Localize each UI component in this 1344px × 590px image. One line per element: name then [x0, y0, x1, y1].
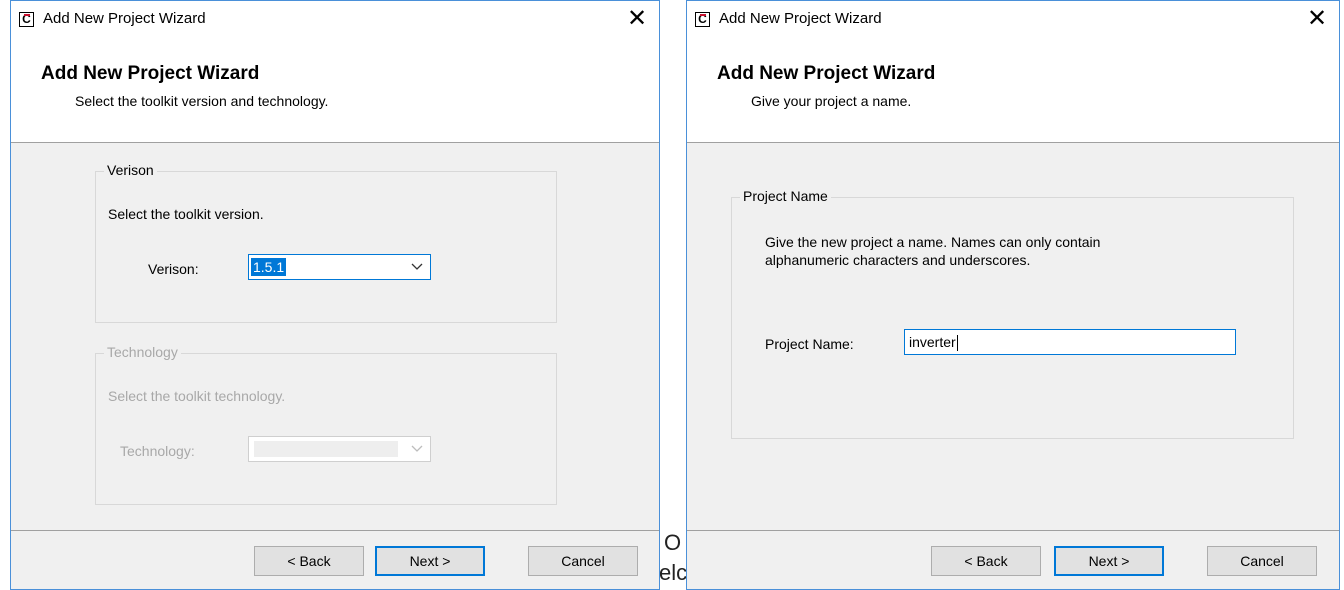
close-button[interactable]: ✕ [1295, 1, 1339, 37]
wizard-body: Verison Select the toolkit version. Veri… [11, 143, 659, 530]
version-description: Select the toolkit version. [108, 206, 264, 222]
project-name-description-line1: Give the new project a name. Names can o… [765, 234, 1101, 250]
close-button[interactable]: ✕ [615, 1, 659, 37]
wizard-header: Add New Project Wizard Select the toolki… [11, 37, 659, 143]
wizard-header-title: Add New Project Wizard [717, 63, 936, 84]
background-fragment-elc: elc [659, 560, 688, 585]
wizard-footer: < Back Next > Cancel [11, 530, 659, 589]
wizard-header-subtitle: Select the toolkit version and technolog… [75, 93, 329, 109]
cancel-button[interactable]: Cancel [528, 546, 638, 576]
project-name-description-line2: alphanumeric characters and underscores. [765, 252, 1031, 268]
wizard-header-subtitle: Give your project a name. [751, 93, 912, 109]
technology-select[interactable] [248, 436, 431, 462]
wizard-footer: < Back Next > Cancel [687, 530, 1339, 589]
wizard-body: Project Name Give the new project a name… [687, 143, 1339, 530]
background-fragment-o: O [664, 530, 682, 555]
title-bar[interactable]: C Add New Project Wizard ✕ [687, 1, 1339, 37]
version-label: Verison: [148, 261, 199, 277]
title-bar[interactable]: C Add New Project Wizard ✕ [11, 1, 659, 37]
project-name-group-legend: Project Name [740, 188, 831, 204]
app-logo-icon: C [19, 12, 34, 27]
chevron-down-icon [411, 445, 423, 452]
project-name-input-value: inverter [909, 334, 956, 350]
cancel-button[interactable]: Cancel [1207, 546, 1317, 576]
wizard-header-title: Add New Project Wizard [41, 63, 260, 84]
version-select[interactable]: 1.5.1 [248, 254, 431, 280]
wizard-dialog-project-name: C Add New Project Wizard ✕ Add New Proje… [686, 0, 1340, 590]
next-button[interactable]: Next > [1054, 546, 1164, 576]
version-group-legend: Verison [104, 162, 157, 178]
version-select-value: 1.5.1 [251, 258, 287, 276]
technology-select-value [254, 441, 398, 457]
app-logo-icon: C [695, 12, 710, 27]
project-name-label: Project Name: [765, 336, 854, 352]
project-name-input[interactable]: inverter [904, 329, 1236, 355]
technology-label: Technology: [120, 443, 195, 459]
window-title: Add New Project Wizard [43, 10, 206, 27]
back-button[interactable]: < Back [931, 546, 1041, 576]
technology-groupbox: Technology Select the toolkit technology… [95, 344, 557, 505]
wizard-header: Add New Project Wizard Give your project… [687, 37, 1339, 143]
technology-description: Select the toolkit technology. [108, 388, 286, 404]
project-name-groupbox: Project Name Give the new project a name… [731, 188, 1294, 439]
text-caret [956, 335, 958, 352]
window-title: Add New Project Wizard [719, 10, 882, 27]
next-button[interactable]: Next > [375, 546, 485, 576]
wizard-dialog-version: C Add New Project Wizard ✕ Add New Proje… [10, 0, 660, 590]
chevron-down-icon [411, 263, 423, 270]
technology-group-legend: Technology [104, 344, 181, 360]
version-groupbox: Verison Select the toolkit version. Veri… [95, 162, 557, 323]
back-button[interactable]: < Back [254, 546, 364, 576]
